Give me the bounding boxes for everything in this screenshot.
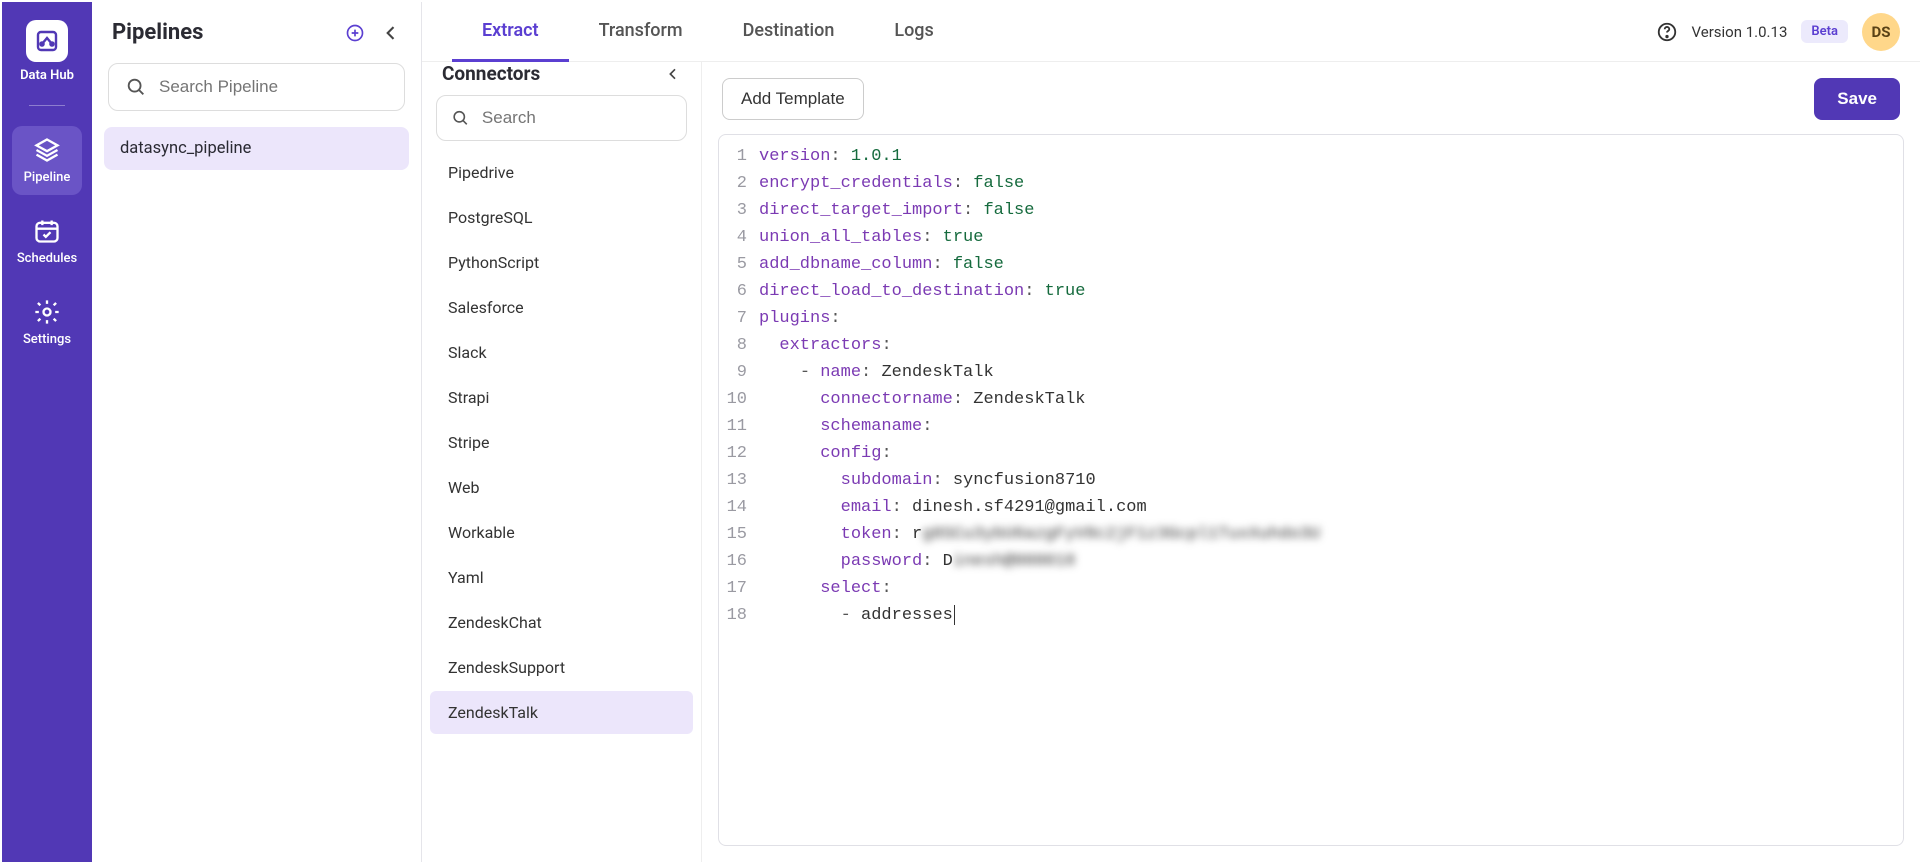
pipeline-search-input[interactable] bbox=[159, 77, 388, 97]
line-number: 10 bbox=[719, 386, 759, 413]
chevron-left-icon[interactable] bbox=[665, 66, 681, 82]
line-number: 4 bbox=[719, 224, 759, 251]
code-line[interactable]: 17 select: bbox=[719, 575, 1903, 602]
tab-extract[interactable]: Extract bbox=[452, 2, 569, 62]
line-number: 15 bbox=[719, 521, 759, 548]
code-line[interactable]: 2encrypt_credentials: false bbox=[719, 170, 1903, 197]
code-line[interactable]: 14 email: dinesh.sf4291@gmail.com bbox=[719, 494, 1903, 521]
connector-item[interactable]: Salesforce bbox=[430, 286, 693, 329]
line-number: 9 bbox=[719, 359, 759, 386]
nav-item-schedules[interactable]: Schedules bbox=[12, 207, 82, 276]
code-line[interactable]: 7plugins: bbox=[719, 305, 1903, 332]
brand-label: Data Hub bbox=[20, 68, 74, 83]
tab-transform[interactable]: Transform bbox=[569, 2, 713, 62]
pipeline-search[interactable] bbox=[108, 63, 405, 111]
line-number: 6 bbox=[719, 278, 759, 305]
connector-item[interactable]: Pipedrive bbox=[430, 151, 693, 194]
connector-item[interactable]: PythonScript bbox=[430, 241, 693, 284]
code-line[interactable]: 9 - name: ZendeskTalk bbox=[719, 359, 1903, 386]
line-number: 3 bbox=[719, 197, 759, 224]
line-number: 8 bbox=[719, 332, 759, 359]
code-line[interactable]: 13 subdomain: syncfusion8710 bbox=[719, 467, 1903, 494]
code-line[interactable]: 16 password: Dinesh@000018 bbox=[719, 548, 1903, 575]
editor-area: Add Template Save 1version: 1.0.12encryp… bbox=[702, 62, 1920, 862]
pipeline-item[interactable]: datasync_pipeline bbox=[104, 127, 409, 170]
line-number: 17 bbox=[719, 575, 759, 602]
nav-item-label: Pipeline bbox=[24, 170, 71, 185]
connector-item[interactable]: ZendeskSupport bbox=[430, 646, 693, 689]
tab-logs[interactable]: Logs bbox=[864, 2, 963, 62]
save-button[interactable]: Save bbox=[1814, 78, 1900, 120]
connector-item[interactable]: ZendeskTalk bbox=[430, 691, 693, 734]
code-line[interactable]: 11 schemaname: bbox=[719, 413, 1903, 440]
code-line[interactable]: 10 connectorname: ZendeskTalk bbox=[719, 386, 1903, 413]
connector-item[interactable]: Workable bbox=[430, 511, 693, 554]
code-line[interactable]: 5add_dbname_column: false bbox=[719, 251, 1903, 278]
connectors-search-input[interactable] bbox=[482, 108, 672, 128]
help-icon[interactable] bbox=[1656, 21, 1678, 43]
connector-item[interactable]: Slack bbox=[430, 331, 693, 374]
line-number: 5 bbox=[719, 251, 759, 278]
connector-item[interactable]: Yaml bbox=[430, 556, 693, 599]
line-number: 18 bbox=[719, 602, 759, 629]
top-bar: Extract Transform Destination Logs Versi… bbox=[422, 2, 1920, 62]
avatar[interactable]: DS bbox=[1862, 13, 1900, 51]
version-text: Version 1.0.13 bbox=[1692, 23, 1788, 41]
connector-item[interactable]: ZendeskChat bbox=[430, 601, 693, 644]
connector-item[interactable]: PostgreSQL bbox=[430, 196, 693, 239]
add-icon[interactable] bbox=[345, 23, 365, 43]
connectors-search[interactable] bbox=[436, 95, 687, 141]
code-line[interactable]: 3direct_target_import: false bbox=[719, 197, 1903, 224]
tab-destination[interactable]: Destination bbox=[713, 2, 865, 62]
connector-item[interactable]: Web bbox=[430, 466, 693, 509]
code-line[interactable]: 8 extractors: bbox=[719, 332, 1903, 359]
code-line[interactable]: 15 token: rg8SCu3ybU6azgFyV8c2jF1z3Gcpl1… bbox=[719, 521, 1903, 548]
nav-separator bbox=[29, 105, 65, 106]
pipelines-panel: Pipelines datasync_pipeline bbox=[92, 2, 422, 862]
nav-rail: Data Hub Pipeline Schedules bbox=[2, 2, 92, 862]
brand-block[interactable]: Data Hub bbox=[20, 20, 74, 83]
connectors-list[interactable]: PipedrivePostgreSQLPythonScriptSalesforc… bbox=[422, 149, 701, 862]
connectors-title: Connectors bbox=[442, 62, 540, 85]
code-editor[interactable]: 1version: 1.0.12encrypt_credentials: fal… bbox=[718, 134, 1904, 846]
gear-icon bbox=[33, 298, 61, 326]
nav-item-pipeline[interactable]: Pipeline bbox=[12, 126, 82, 195]
nav-item-label: Settings bbox=[23, 332, 71, 347]
beta-badge: Beta bbox=[1801, 20, 1848, 43]
line-number: 16 bbox=[719, 548, 759, 575]
line-number: 12 bbox=[719, 440, 759, 467]
line-number: 13 bbox=[719, 467, 759, 494]
add-template-button[interactable]: Add Template bbox=[722, 78, 864, 120]
calendar-icon bbox=[33, 217, 61, 245]
pipelines-title: Pipelines bbox=[112, 20, 203, 45]
connector-item[interactable]: Strapi bbox=[430, 376, 693, 419]
search-icon bbox=[125, 76, 147, 98]
code-line[interactable]: 1version: 1.0.1 bbox=[719, 143, 1903, 170]
logo-icon bbox=[35, 29, 59, 53]
line-number: 14 bbox=[719, 494, 759, 521]
connector-item[interactable]: Stripe bbox=[430, 421, 693, 464]
code-line[interactable]: 6direct_load_to_destination: true bbox=[719, 278, 1903, 305]
line-number: 11 bbox=[719, 413, 759, 440]
connectors-panel: Connectors PipedrivePostgreSQLPythonScri… bbox=[422, 62, 702, 862]
tabs: Extract Transform Destination Logs bbox=[422, 2, 964, 62]
nav-item-settings[interactable]: Settings bbox=[12, 288, 82, 357]
nav-item-label: Schedules bbox=[17, 251, 77, 266]
layers-icon bbox=[33, 136, 61, 164]
code-line[interactable]: 12 config: bbox=[719, 440, 1903, 467]
line-number: 1 bbox=[719, 143, 759, 170]
line-number: 2 bbox=[719, 170, 759, 197]
line-number: 7 bbox=[719, 305, 759, 332]
search-icon bbox=[451, 107, 470, 129]
chevron-left-icon[interactable] bbox=[381, 23, 401, 43]
brand-logo bbox=[26, 20, 68, 62]
code-line[interactable]: 4union_all_tables: true bbox=[719, 224, 1903, 251]
code-line[interactable]: 18 - addresses bbox=[719, 602, 1903, 629]
